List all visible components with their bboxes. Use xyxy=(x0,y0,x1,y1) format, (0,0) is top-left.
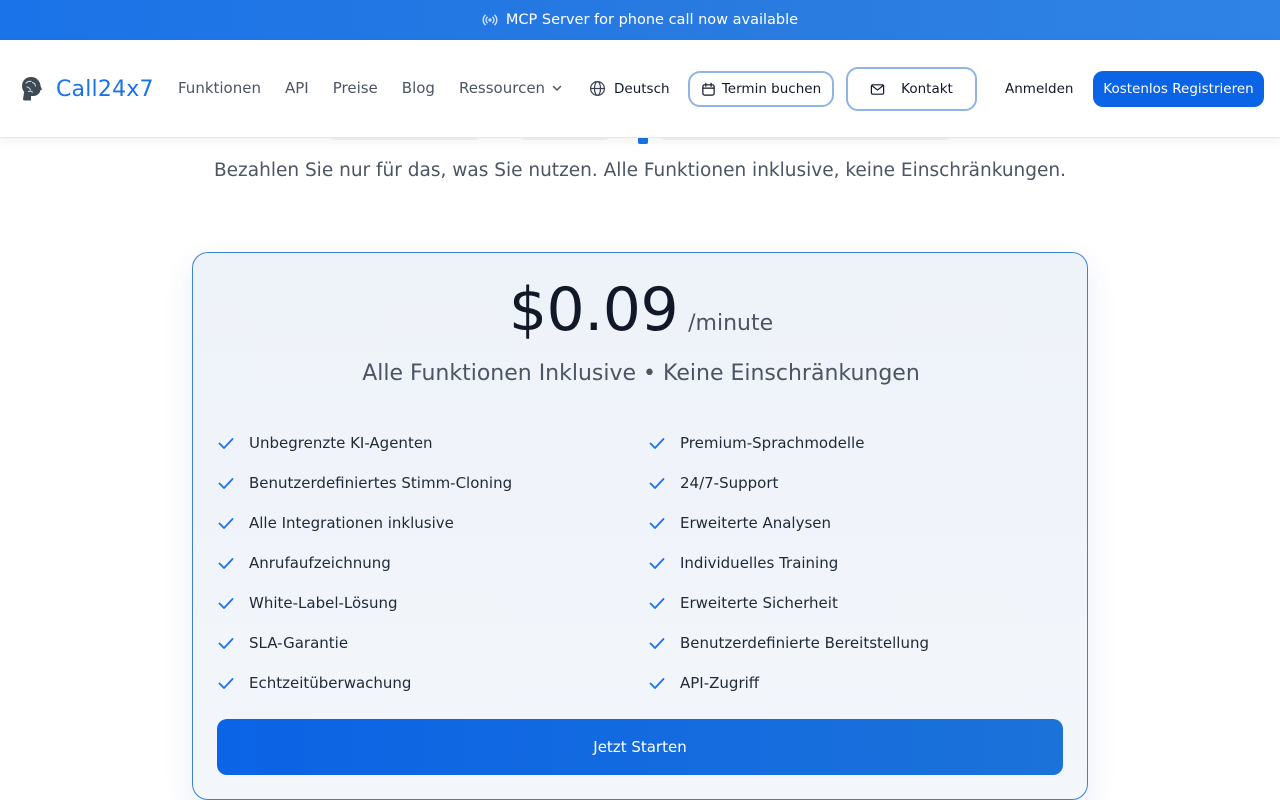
feature-label: Premium-Sprachmodelle xyxy=(680,434,865,452)
check-icon xyxy=(649,478,665,489)
nav-item-funktionen[interactable]: Funktionen xyxy=(178,79,261,97)
nav-item-api[interactable]: API xyxy=(285,79,309,97)
globe-icon xyxy=(589,80,606,97)
check-icon xyxy=(649,518,665,529)
hero-subtitle: Bezahlen Sie nur für das, was Sie nutzen… xyxy=(213,160,1067,181)
feature-item: SLA-Garantie xyxy=(217,623,648,663)
check-icon xyxy=(649,438,665,449)
feature-item: Echtzeitüberwachung xyxy=(217,663,648,703)
feature-item: Benutzerdefiniertes Stimm-Cloning xyxy=(217,463,648,503)
nav-item-blog[interactable]: Blog xyxy=(402,79,435,97)
feature-label: API-Zugriff xyxy=(680,674,760,692)
calendar-icon xyxy=(702,82,715,96)
feature-item: Individuelles Training xyxy=(648,543,1065,583)
feature-item: Premium-Sprachmodelle xyxy=(648,423,1065,463)
book-appointment-button[interactable]: Termin buchen xyxy=(688,71,834,107)
feature-label: Benutzerdefiniertes Stimm-Cloning xyxy=(249,474,513,492)
nav-item-preise[interactable]: Preise xyxy=(333,79,378,97)
mail-icon xyxy=(870,83,885,95)
start-now-button[interactable]: Jetzt Starten xyxy=(217,719,1063,775)
feature-item: Benutzerdefinierte Bereitstellung xyxy=(648,623,1065,663)
site-header: Call24x7 Funktionen API Preise Blog Ress… xyxy=(0,40,1280,138)
feature-item: 24/7-Support xyxy=(648,463,1065,503)
feature-item: Anrufaufzeichnung xyxy=(217,543,648,583)
broadcast-icon xyxy=(482,12,498,28)
price-amount: $0.09 xyxy=(508,275,679,345)
feature-label: Erweiterte Analysen xyxy=(680,514,832,532)
feature-item: Erweiterte Analysen xyxy=(648,503,1065,543)
pricing-card: $0.09 /minute Alle Funktionen Inklusive … xyxy=(192,252,1088,800)
feature-label: SLA-Garantie xyxy=(249,634,349,652)
contact-button[interactable]: Kontakt xyxy=(846,67,977,111)
feature-label: Erweiterte Sicherheit xyxy=(680,594,838,612)
feature-item: Unbegrenzte KI-Agenten xyxy=(217,423,648,463)
feature-item: Alle Integrationen inklusive xyxy=(217,503,648,543)
check-icon xyxy=(218,598,234,609)
feature-label: White-Label-Lösung xyxy=(249,594,398,612)
announcement-text: MCP Server for phone call now available xyxy=(505,12,799,28)
brand-name: Call24x7 xyxy=(56,76,154,102)
feature-label: 24/7-Support xyxy=(680,474,779,492)
feature-label: Individuelles Training xyxy=(680,554,839,572)
feature-label: Alle Integrationen inklusive xyxy=(249,514,454,532)
brain-icon xyxy=(19,75,44,103)
feature-label: Unbegrenzte KI-Agenten xyxy=(249,434,433,452)
check-icon xyxy=(218,518,234,529)
feature-label: Anrufaufzeichnung xyxy=(249,554,391,572)
check-icon xyxy=(649,558,665,569)
nav-item-ressourcen[interactable]: Ressourcen xyxy=(459,79,563,97)
feature-label: Benutzerdefinierte Bereitstellung xyxy=(680,634,929,652)
price-unit: /minute xyxy=(688,311,774,336)
feature-item: White-Label-Lösung xyxy=(217,583,648,623)
check-icon xyxy=(649,598,665,609)
language-selector[interactable]: Deutsch xyxy=(589,80,670,97)
nav-item-ressourcen-label: Ressourcen xyxy=(458,79,546,97)
check-icon xyxy=(218,678,234,689)
contact-label: Kontakt xyxy=(901,81,953,97)
feature-label: Echtzeitüberwachung xyxy=(249,674,412,692)
price-row: $0.09 /minute xyxy=(193,275,1089,345)
check-icon xyxy=(649,678,665,689)
register-button[interactable]: Kostenlos Registrieren xyxy=(1093,71,1264,107)
book-appointment-label: Termin buchen xyxy=(721,81,822,97)
pricing-tagline: Alle Funktionen Inklusive • Keine Einsch… xyxy=(362,361,920,386)
login-link[interactable]: Anmelden xyxy=(1005,81,1073,97)
feature-list: Unbegrenzte KI-Agenten Premium-Sprachmode… xyxy=(217,423,1065,703)
announcement-bar[interactable]: MCP Server for phone call now available xyxy=(0,0,1280,40)
check-icon xyxy=(218,478,234,489)
brand-logo[interactable]: Call24x7 xyxy=(19,75,154,103)
check-icon xyxy=(218,558,234,569)
check-icon xyxy=(218,438,234,449)
feature-item: Erweiterte Sicherheit xyxy=(648,583,1065,623)
check-icon xyxy=(218,638,234,649)
feature-item: API-Zugriff xyxy=(648,663,1065,703)
language-label: Deutsch xyxy=(614,80,670,97)
main-nav: Funktionen API Preise Blog Ressourcen xyxy=(178,79,563,97)
check-icon xyxy=(649,638,665,649)
chevron-down-icon xyxy=(552,85,562,91)
